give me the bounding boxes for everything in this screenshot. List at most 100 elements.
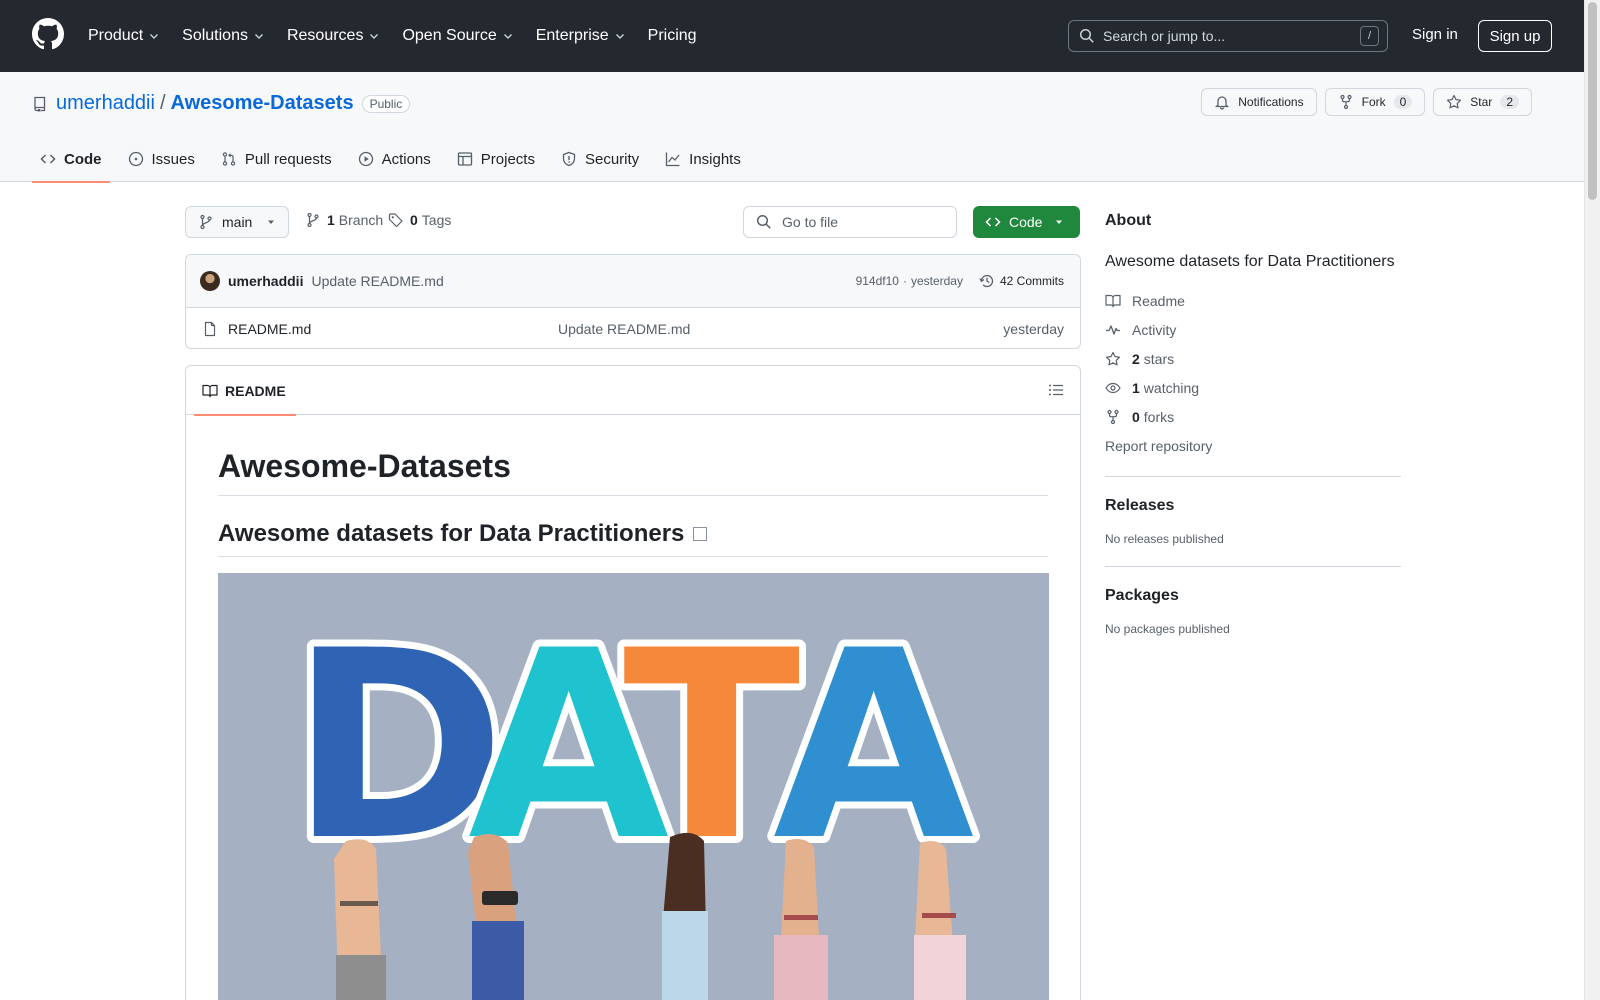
readme-link[interactable]: Readme — [1105, 286, 1401, 315]
forks-label: forks — [1143, 408, 1175, 425]
readme-heading-2: Awesome datasets for Data Practitioners — [218, 520, 1048, 557]
tab-pull-requests[interactable]: Pull requests — [213, 136, 340, 182]
packages-title[interactable]: Packages — [1105, 587, 1401, 605]
global-header: Product Solutions Resources Open Source … — [0, 0, 1584, 72]
avatar[interactable] — [200, 271, 220, 291]
tab-insights[interactable]: Insights — [657, 136, 749, 182]
commit-message-link[interactable]: Update README.md — [311, 273, 855, 289]
commit-age: yesterday — [910, 274, 963, 288]
file-name-link[interactable]: README.md — [228, 321, 558, 337]
global-search-input[interactable]: Search or jump to... / — [1068, 20, 1388, 52]
tab-label: Issues — [151, 150, 195, 168]
notifications-button[interactable]: Notifications — [1201, 88, 1317, 116]
sign-up-button[interactable]: Sign up — [1478, 20, 1552, 52]
branch-select-button[interactable]: main — [185, 206, 289, 238]
fork-counter: 0 — [1393, 95, 1413, 109]
readme-header: README — [186, 366, 1080, 416]
nav-resources[interactable]: Resources — [287, 16, 389, 56]
file-commit-message-link[interactable]: Update README.md — [558, 321, 1003, 337]
about-links: Readme Activity 2 stars 1 watching 0 for… — [1105, 286, 1401, 460]
branch-icon — [305, 212, 321, 228]
nav-label: Pricing — [647, 27, 697, 44]
repo-owner-link[interactable]: umerhaddii — [56, 92, 155, 115]
sign-in-link[interactable]: Sign in — [1412, 26, 1458, 43]
readme-heading-2-text: Awesome datasets for Data Practitioners — [218, 520, 685, 547]
code-icon — [985, 214, 1001, 230]
watching-label: watching — [1143, 379, 1200, 396]
search-shortcut-key: / — [1360, 26, 1379, 46]
book-icon — [202, 383, 218, 399]
github-logo-icon[interactable] — [32, 18, 64, 50]
commits-count: 42 Commits — [999, 274, 1064, 288]
repo-icon — [32, 96, 48, 112]
repo-title: umerhaddii / Awesome-Datasets Public — [32, 92, 411, 115]
commit-hash-link[interactable]: 914df10 — [856, 274, 899, 288]
repo-sidebar: About Awesome datasets for Data Practiti… — [1105, 206, 1401, 636]
tab-issues[interactable]: Issues — [120, 136, 203, 182]
go-to-file-input[interactable]: Go to file — [743, 206, 957, 238]
tab-projects[interactable]: Projects — [449, 136, 543, 182]
fork-label: Fork — [1361, 95, 1386, 109]
tab-label: Pull requests — [244, 150, 332, 168]
releases-title[interactable]: Releases — [1105, 497, 1401, 515]
list-unordered-icon[interactable] — [1048, 382, 1064, 398]
star-label: Star — [1470, 95, 1493, 109]
tags-link[interactable]: 0 Tags — [388, 212, 451, 228]
star-icon — [1105, 351, 1121, 367]
report-repository-link[interactable]: Report repository — [1105, 431, 1401, 460]
book-icon — [1105, 293, 1121, 309]
nav-solutions[interactable]: Solutions — [182, 16, 274, 56]
tab-code[interactable]: Code — [32, 136, 110, 183]
watching-link[interactable]: 1 watching — [1105, 373, 1401, 402]
nav-enterprise[interactable]: Enterprise — [536, 16, 635, 56]
nav-label: Open Source — [402, 27, 497, 44]
stars-label: stars — [1143, 350, 1175, 367]
repo-name-link[interactable]: Awesome-Datasets — [171, 92, 354, 115]
file-age: yesterday — [1003, 320, 1064, 337]
releases-note: No releases published — [1105, 532, 1224, 546]
code-button-label: Code — [1009, 214, 1043, 230]
tab-label: Code — [64, 150, 102, 168]
code-icon — [40, 151, 56, 167]
packages-note: No packages published — [1105, 622, 1230, 636]
file-row[interactable]: README.md Update README.md yesterday — [186, 308, 1080, 348]
forks-link[interactable]: 0 forks — [1105, 402, 1401, 431]
commit-author-link[interactable]: umerhaddii — [228, 273, 303, 289]
tag-icon — [388, 212, 404, 228]
branch-name: main — [222, 214, 253, 230]
missing-emoji-glyph-icon — [693, 527, 708, 541]
activity-link[interactable]: Activity — [1105, 315, 1401, 344]
file-browser: umerhaddii Update README.md 914df10 · ye… — [185, 254, 1081, 349]
about-description: Awesome datasets for Data Practitioners — [1105, 253, 1395, 270]
commit-meta-dot: · — [902, 274, 907, 288]
star-button[interactable]: Star 2 — [1433, 88, 1532, 116]
history-icon — [979, 273, 995, 289]
readme-panel: README Awesome-Datasets Awesome datasets… — [185, 365, 1081, 1000]
notifications-label: Notifications — [1238, 95, 1304, 109]
fork-icon — [1105, 409, 1121, 425]
nav-pricing[interactable]: Pricing — [648, 16, 706, 56]
branches-link[interactable]: 1 Branch — [305, 212, 383, 228]
repo-tabs: Code Issues Pull requests Actions Projec… — [32, 136, 759, 183]
forks-count: 0 — [1132, 408, 1140, 425]
repo-header: umerhaddii / Awesome-Datasets Public Not… — [0, 72, 1584, 183]
branch-label: Branch — [338, 212, 384, 228]
page-scrollbar[interactable] — [1584, 0, 1600, 1000]
nav-product[interactable]: Product — [88, 16, 169, 56]
code-dropdown-button[interactable]: Code — [973, 206, 1080, 238]
tab-actions[interactable]: Actions — [350, 136, 439, 182]
fork-button[interactable]: Fork 0 — [1324, 88, 1426, 116]
tab-security[interactable]: Security — [553, 136, 647, 182]
readme-tab[interactable]: README — [194, 366, 296, 416]
stars-count: 2 — [1132, 350, 1140, 367]
scrollbar-thumb[interactable] — [1588, 2, 1597, 200]
stars-link[interactable]: 2 stars — [1105, 344, 1401, 373]
commits-history-link[interactable]: 42 Commits — [979, 273, 1064, 289]
nav-label: Enterprise — [535, 27, 609, 44]
tab-label: Projects — [480, 150, 535, 168]
chevron-down-icon — [614, 30, 626, 42]
nav-open-source[interactable]: Open Source — [402, 16, 522, 56]
eye-icon — [1105, 380, 1121, 396]
star-counter: 2 — [1500, 95, 1519, 109]
nav-label: Product — [88, 27, 144, 44]
